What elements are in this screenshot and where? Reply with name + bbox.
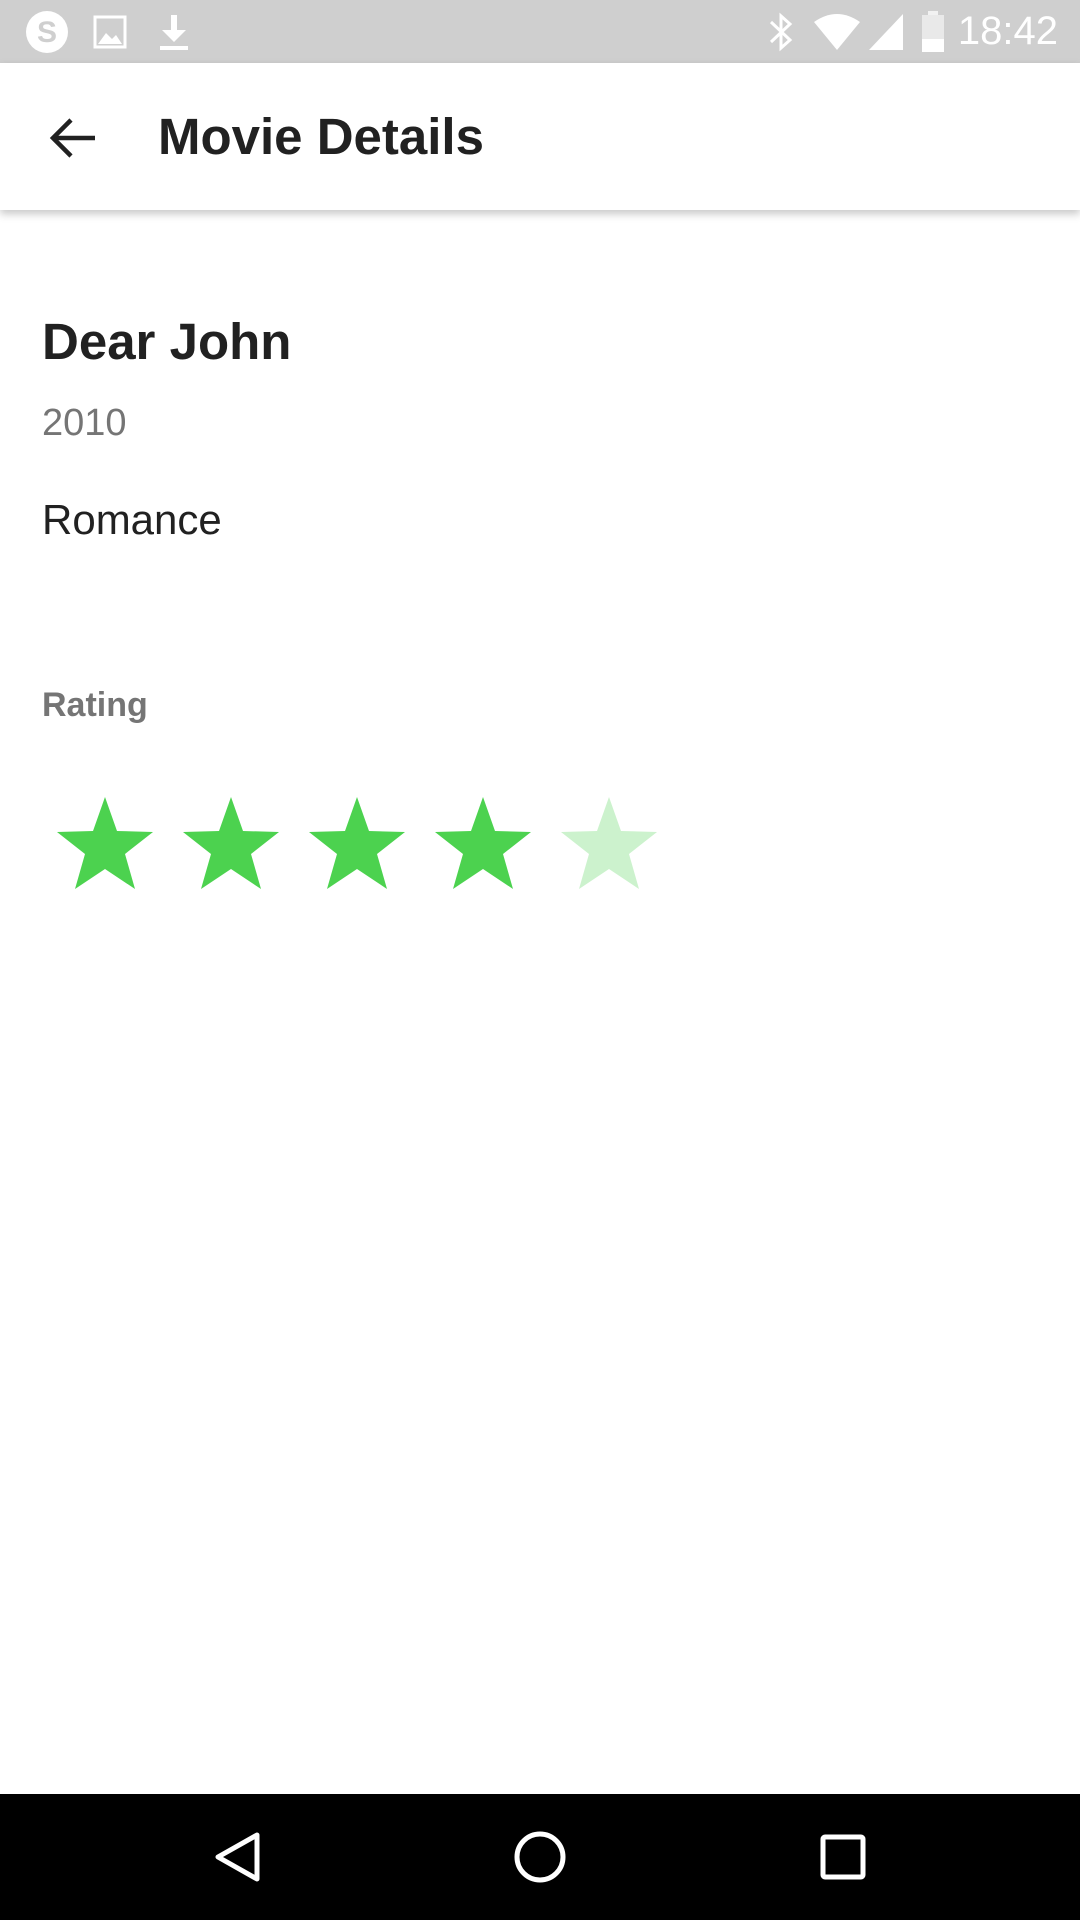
svg-text:S: S bbox=[37, 16, 57, 49]
app-bar: Movie Details bbox=[0, 63, 1080, 210]
home-nav-icon bbox=[514, 1831, 566, 1883]
back-button[interactable] bbox=[28, 93, 118, 183]
back-nav-icon bbox=[215, 1832, 260, 1882]
status-bar: S 18:42 bbox=[0, 0, 1080, 63]
arrow-back-icon bbox=[49, 118, 95, 158]
movie-year: 2010 bbox=[42, 402, 127, 444]
movie-genre: Romance bbox=[42, 496, 222, 543]
navigation-bar bbox=[0, 1794, 1080, 1920]
star-filled-icon[interactable] bbox=[294, 780, 420, 906]
screen: S 18:42 Movie Details Dear John 2010 Rom… bbox=[0, 0, 1080, 1920]
page-title: Movie Details bbox=[158, 108, 484, 165]
image-icon bbox=[90, 10, 130, 53]
star-filled-icon[interactable] bbox=[42, 780, 168, 906]
status-time: 18:42 bbox=[957, 9, 1058, 53]
recents-nav-button[interactable] bbox=[798, 1812, 888, 1902]
wifi-icon bbox=[810, 10, 864, 53]
download-icon bbox=[154, 10, 194, 53]
home-nav-button[interactable] bbox=[495, 1812, 585, 1902]
signal-icon bbox=[866, 10, 906, 53]
skype-icon: S bbox=[22, 10, 72, 53]
star-empty-icon[interactable] bbox=[546, 780, 672, 906]
rating-label: Rating bbox=[42, 686, 148, 724]
back-nav-button[interactable] bbox=[192, 1812, 282, 1902]
recents-nav-icon bbox=[820, 1834, 866, 1880]
rating-bar[interactable] bbox=[42, 780, 672, 906]
star-filled-icon[interactable] bbox=[168, 780, 294, 906]
movie-title: Dear John bbox=[42, 313, 292, 370]
star-filled-icon[interactable] bbox=[420, 780, 546, 906]
bluetooth-icon bbox=[764, 10, 798, 53]
battery-icon bbox=[920, 10, 946, 53]
